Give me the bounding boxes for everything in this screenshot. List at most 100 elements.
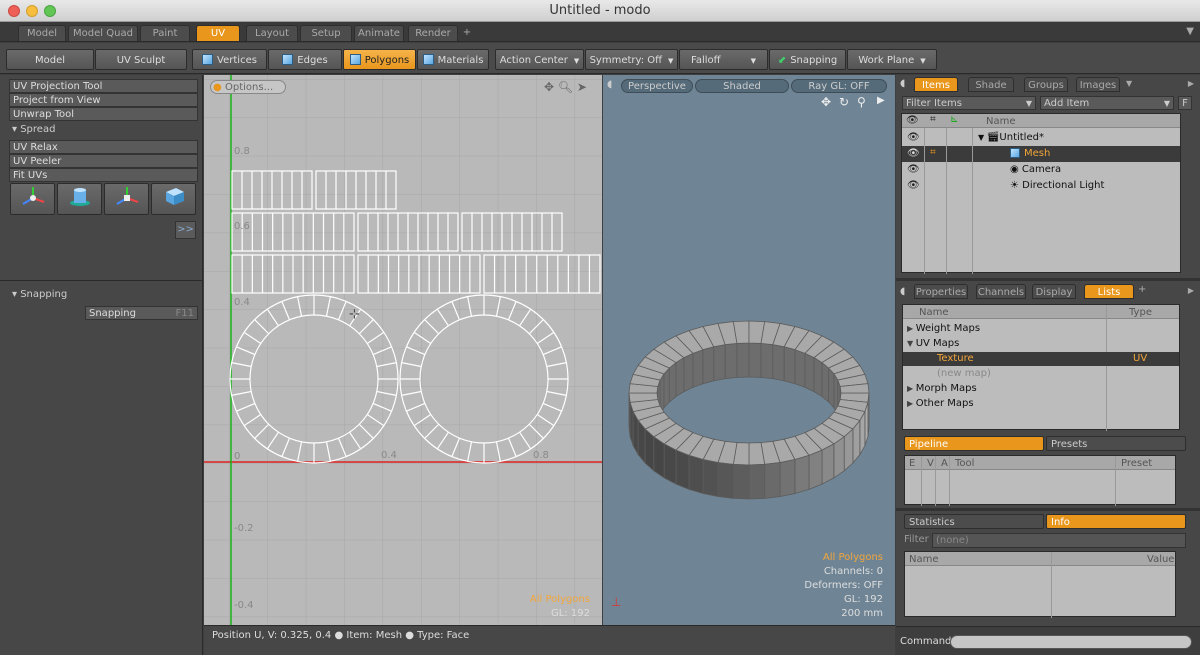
falloff-dropdown[interactable]: Falloff ▼ <box>679 49 768 70</box>
props-panel-dot-icon[interactable]: ◖ <box>900 286 905 297</box>
snapping-toggle[interactable]: Snapping F11 <box>85 306 198 320</box>
uv-sculpt-button[interactable]: UV Sculpt <box>95 49 187 70</box>
snapping-header[interactable]: ▾ Snapping <box>9 288 198 302</box>
polygons-button[interactable]: Polygons <box>343 49 416 70</box>
zoom-window-button[interactable] <box>44 5 56 17</box>
box-projection-icon[interactable] <box>151 183 196 215</box>
ring-polygon[interactable] <box>828 366 835 409</box>
ring-polygon[interactable] <box>783 346 796 385</box>
ring-polygon[interactable] <box>813 356 823 398</box>
perspective-viewport[interactable]: ◖ Perspective Shaded Ray GL: OFF ✥ ↻ ⚲ ▶… <box>603 75 895 625</box>
uv-canvas[interactable] <box>204 75 602 625</box>
tab-model-quad[interactable]: Model Quad <box>68 25 138 41</box>
tree-item-untitled[interactable]: ▼ 🎬︎Untitled* <box>978 132 1044 143</box>
ring-polygon[interactable] <box>702 346 715 385</box>
transform-axis-icon[interactable] <box>10 183 55 215</box>
ring-polygon[interactable] <box>628 392 631 437</box>
uv-peeler-button[interactable]: UV Peeler <box>9 154 198 168</box>
ring-polygon[interactable] <box>675 356 685 398</box>
edges-button[interactable]: Edges <box>268 49 342 70</box>
ring-polygon[interactable] <box>821 443 835 485</box>
ring-polygon[interactable] <box>794 454 810 495</box>
tab-pipeline[interactable]: Pipeline <box>904 436 1044 451</box>
tab-setup[interactable]: Setup <box>300 25 352 41</box>
morph-maps-row[interactable]: ▶ Morph Maps <box>907 383 977 394</box>
snapping-button[interactable]: ⬋ Snapping <box>769 49 846 70</box>
pipeline-list[interactable]: E V A Tool Preset <box>904 455 1176 506</box>
ring-polygon[interactable] <box>804 352 815 393</box>
items-tabs-menu-icon[interactable]: ▼ <box>1126 79 1132 88</box>
tab-channels[interactable]: Channels <box>976 284 1026 299</box>
tree-item-light[interactable]: ☀ Directional Light <box>1010 180 1104 191</box>
tab-uv[interactable]: UV <box>196 25 240 41</box>
unwrap-tool-button[interactable]: Unwrap Tool <box>9 107 198 121</box>
uv-options-button[interactable]: ● Options... <box>210 80 286 94</box>
props-panel-arrow-icon[interactable]: ▶ <box>1188 286 1194 295</box>
tab-lists[interactable]: Lists <box>1084 284 1134 299</box>
materials-button[interactable]: Materials <box>417 49 489 70</box>
ring-polygon[interactable] <box>644 428 655 472</box>
ring-polygon[interactable] <box>663 366 670 409</box>
info-list[interactable]: Name Value <box>904 551 1176 618</box>
ring-polygon[interactable] <box>748 342 762 378</box>
add-props-tab-button[interactable]: + <box>1138 284 1146 295</box>
ring-polygon[interactable] <box>732 463 750 500</box>
info-filter-row[interactable]: Filter (none) <box>904 533 1186 548</box>
ring-polygon[interactable] <box>653 436 665 479</box>
tab-statistics[interactable]: Statistics <box>904 514 1044 529</box>
tab-animate[interactable]: Animate <box>354 25 404 41</box>
ring-polygon[interactable] <box>736 342 750 378</box>
ring-polygon[interactable] <box>794 349 806 388</box>
filter-f-button[interactable]: F <box>1178 96 1192 110</box>
uv-maps-row[interactable]: ▼ UV Maps <box>907 338 959 349</box>
eye-icon[interactable]: 👁︎ <box>907 180 920 191</box>
tab-items[interactable]: Items <box>914 77 958 92</box>
ring-polygon[interactable] <box>772 344 785 382</box>
ring-polygon[interactable] <box>779 459 796 498</box>
close-window-button[interactable] <box>8 5 20 17</box>
tab-paint[interactable]: Paint <box>140 25 190 41</box>
info-filter-value[interactable]: (none) <box>932 533 1186 548</box>
work-plane-dropdown[interactable]: Work Plane ▼ <box>847 49 937 70</box>
cylinder-projection-icon[interactable] <box>57 183 102 215</box>
tab-display[interactable]: Display <box>1032 284 1076 299</box>
uv-projection-tool-button[interactable]: UV Projection Tool <box>9 79 198 93</box>
ring-polygon[interactable] <box>764 462 781 499</box>
items-list[interactable]: 👁︎ ⌗ ⊾ Name 👁︎ 👁︎ 👁︎ 👁︎ ⌗ ▼ 🎬︎Untitled* … <box>901 113 1181 274</box>
tab-properties[interactable]: Properties <box>914 284 968 299</box>
tab-render[interactable]: Render <box>408 25 458 41</box>
eye-icon[interactable]: 👁︎ <box>907 132 920 143</box>
ring-polygon[interactable] <box>808 449 823 490</box>
tab-model[interactable]: Model <box>18 25 66 41</box>
lists-panel[interactable]: Name Type ▶ Weight Maps ▼ UV Maps Textur… <box>902 304 1180 431</box>
ring-polygon[interactable] <box>692 349 704 388</box>
tree-item-camera[interactable]: ◉ Camera <box>1010 164 1061 175</box>
ring-polygon[interactable] <box>724 342 738 380</box>
minimize-window-button[interactable] <box>26 5 38 17</box>
ring-polygon[interactable] <box>717 462 734 499</box>
project-from-view-button[interactable]: Project from View <box>9 93 198 107</box>
expand-button[interactable]: >> <box>175 221 196 239</box>
tab-info[interactable]: Info <box>1046 514 1186 529</box>
uv-navigation-icons[interactable]: ✥ 🔍︎ ➤ <box>544 80 587 94</box>
ring-polygon[interactable] <box>713 344 726 382</box>
tabs-menu-icon[interactable]: ▼ <box>1186 26 1194 37</box>
uv-viewport[interactable]: ● Options... ✥ 🔍︎ ➤ 0.8 0.6 0.4 0 0.4 0.8… <box>204 75 602 625</box>
tab-images[interactable]: Images <box>1076 77 1120 92</box>
ring-polygon[interactable] <box>688 454 704 495</box>
eye-icon[interactable]: 👁︎ <box>907 148 920 159</box>
tab-layout[interactable]: Layout <box>246 25 298 41</box>
move-axis-icon[interactable] <box>104 183 149 215</box>
ring-polygon[interactable] <box>821 361 830 403</box>
items-panel-dot-icon[interactable]: ◖ <box>900 78 905 89</box>
ring-polygon[interactable] <box>702 459 719 498</box>
ring-polygon[interactable] <box>843 428 854 472</box>
ring-polygon[interactable] <box>663 443 677 485</box>
spread-header[interactable]: ▾ Spread <box>9 123 198 137</box>
tree-item-mesh[interactable]: Mesh <box>1010 148 1050 159</box>
ring-mesh[interactable] <box>603 75 895 625</box>
tab-presets[interactable]: Presets <box>1046 436 1186 451</box>
ring-polygon[interactable] <box>668 361 677 403</box>
ring-polygon[interactable] <box>683 352 694 393</box>
symmetry-dropdown[interactable]: Symmetry: Off ▼ <box>585 49 678 70</box>
